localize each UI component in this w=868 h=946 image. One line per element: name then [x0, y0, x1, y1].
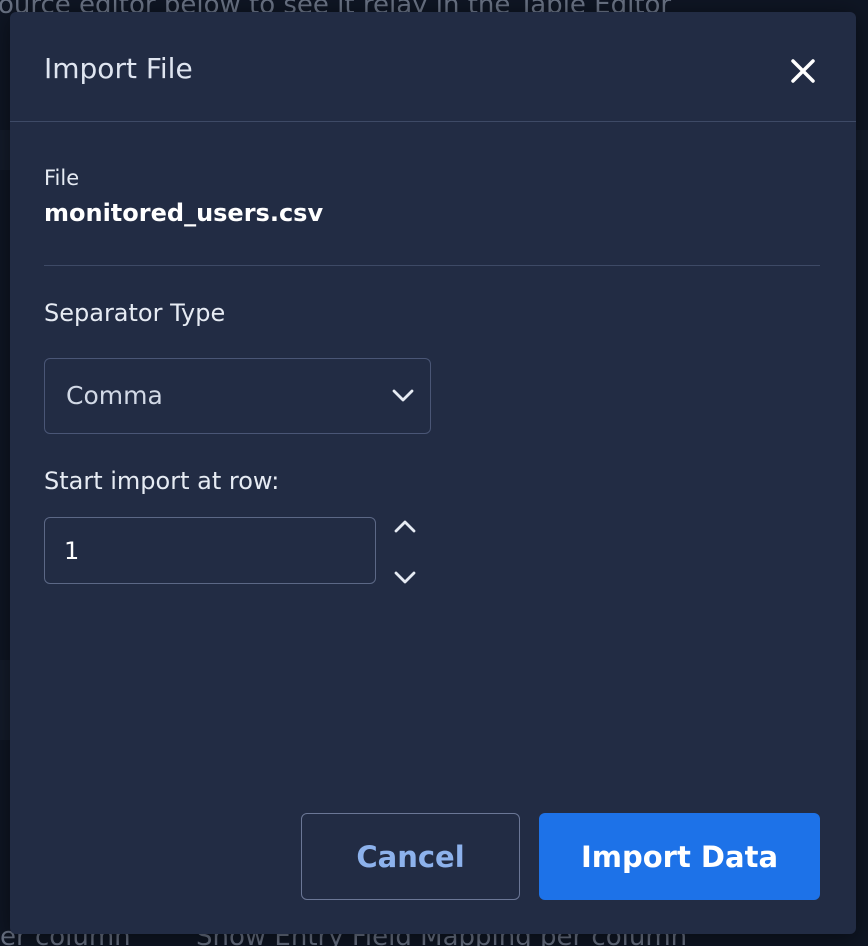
separator-type-select[interactable]: Comma [44, 358, 431, 434]
cancel-button[interactable]: Cancel [301, 813, 520, 900]
dialog-header: Import File [10, 12, 856, 122]
close-icon [791, 59, 815, 83]
start-row-input[interactable] [44, 517, 376, 584]
chevron-down-icon[interactable] [393, 568, 417, 586]
divider [44, 265, 820, 266]
chevron-up-icon[interactable] [393, 517, 417, 535]
separator-type-label: Separator Type [44, 299, 226, 327]
dialog-title: Import File [44, 52, 193, 85]
file-label: File [44, 166, 80, 190]
start-row-label: Start import at row: [44, 467, 280, 495]
import-data-button[interactable]: Import Data [539, 813, 820, 900]
close-button[interactable] [786, 54, 820, 88]
separator-type-value: Comma [66, 381, 163, 410]
chevron-down-icon [392, 389, 414, 402]
import-file-dialog: Import File File monitored_users.csv Sep… [10, 12, 856, 934]
file-name: monitored_users.csv [44, 199, 324, 227]
